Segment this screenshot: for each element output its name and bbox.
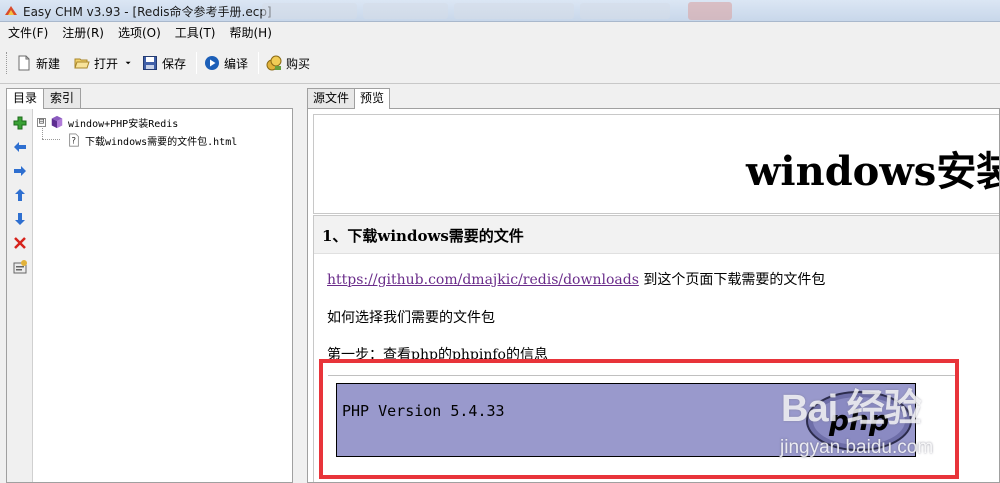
open-button[interactable]: 打开: [74, 53, 118, 73]
highlight-box: [319, 359, 959, 479]
tree-root-item[interactable]: ⊟ window+PHP安装Redis: [37, 113, 237, 131]
section-title: 1、下载windows需要的文件: [322, 227, 524, 245]
app-icon[interactable]: [3, 3, 19, 19]
buy-button-label: 购买: [286, 56, 311, 71]
arrow-right-icon[interactable]: [12, 163, 28, 179]
tab-source[interactable]: 源文件: [307, 88, 356, 108]
arrow-left-icon[interactable]: [12, 139, 28, 155]
tree-child-item[interactable]: ? 下载windows需要的文件包.html: [37, 131, 237, 149]
tree-tools: [7, 109, 33, 482]
section-header: 1、下载windows需要的文件: [314, 216, 999, 254]
open-button-label: 打开: [94, 56, 119, 71]
new-file-icon: [18, 55, 30, 71]
menu-bar: 文件(F) 注册(R) 选项(O) 工具(T) 帮助(H): [0, 22, 1000, 42]
properties-icon[interactable]: [12, 259, 28, 275]
download-paragraph-text: 到这个页面下载需要的文件包: [638, 272, 826, 288]
add-icon[interactable]: [12, 115, 28, 131]
taskbar-blur-red: [688, 2, 732, 20]
menu-options[interactable]: 选项(O): [118, 24, 161, 41]
book-icon: [51, 115, 63, 129]
svg-text:?: ?: [71, 137, 76, 147]
chevron-down-icon: [125, 61, 131, 65]
preview-panel: windows安装 1、下载windows需要的文件 https://githu…: [307, 108, 1000, 483]
buy-icon: [266, 55, 282, 71]
doc-header: windows安装: [313, 114, 1000, 214]
compile-button[interactable]: 编译: [204, 53, 248, 73]
left-tab-strip: 目录 索引: [6, 88, 82, 109]
tab-contents[interactable]: 目录: [6, 88, 45, 109]
toolbar-separator: [258, 52, 259, 74]
arrow-up-icon[interactable]: [12, 187, 28, 203]
new-button-label: 新建: [36, 56, 61, 71]
save-button-label: 保存: [162, 56, 187, 71]
new-button[interactable]: 新建: [16, 53, 60, 73]
tree-root-label: window+PHP安装Redis: [68, 118, 179, 130]
tab-index[interactable]: 索引: [43, 88, 82, 108]
menu-register[interactable]: 注册(R): [62, 24, 104, 41]
doc-title: windows安装: [746, 148, 1000, 195]
download-paragraph: https://github.com/dmajkic/redis/downloa…: [327, 269, 825, 289]
choose-paragraph: 如何选择我们需要的文件包: [327, 310, 495, 326]
buy-button[interactable]: 购买: [266, 53, 310, 73]
toc-tree: ⊟ window+PHP安装Redis ? 下载windows需要的文件包.ht…: [37, 113, 237, 149]
menu-tools[interactable]: 工具(T): [175, 24, 216, 41]
tab-preview[interactable]: 预览: [354, 88, 391, 109]
compile-button-label: 编译: [224, 56, 249, 71]
menu-file[interactable]: 文件(F): [8, 24, 48, 41]
save-icon: [143, 56, 157, 70]
compile-icon: [205, 56, 219, 70]
delete-icon[interactable]: [12, 235, 28, 251]
toolbar-grip[interactable]: [6, 52, 9, 74]
arrow-down-icon[interactable]: [12, 211, 28, 227]
window-title: Easy CHM v3.93 - [Redis命令参考手册.ecp]: [23, 5, 272, 19]
open-folder-icon: [74, 58, 90, 69]
title-bar: Easy CHM v3.93 - [Redis命令参考手册.ecp]: [0, 0, 1000, 22]
open-dropdown-button[interactable]: [125, 53, 135, 73]
help-page-icon: ?: [69, 133, 79, 147]
tree-child-label: 下载windows需要的文件包.html: [85, 136, 238, 148]
menu-help[interactable]: 帮助(H): [230, 24, 272, 41]
contents-panel: ⊟ window+PHP安装Redis ? 下载windows需要的文件包.ht…: [6, 108, 293, 483]
github-link[interactable]: https://github.com/dmajkic/redis/downloa…: [327, 272, 639, 288]
toolbar-separator: [196, 52, 197, 74]
toolbar: 新建 打开 保存 编译 购买: [0, 42, 1000, 84]
taskbar-blur: [262, 3, 670, 19]
save-button[interactable]: 保存: [142, 53, 186, 73]
right-tab-strip: 源文件 预览: [307, 88, 391, 109]
